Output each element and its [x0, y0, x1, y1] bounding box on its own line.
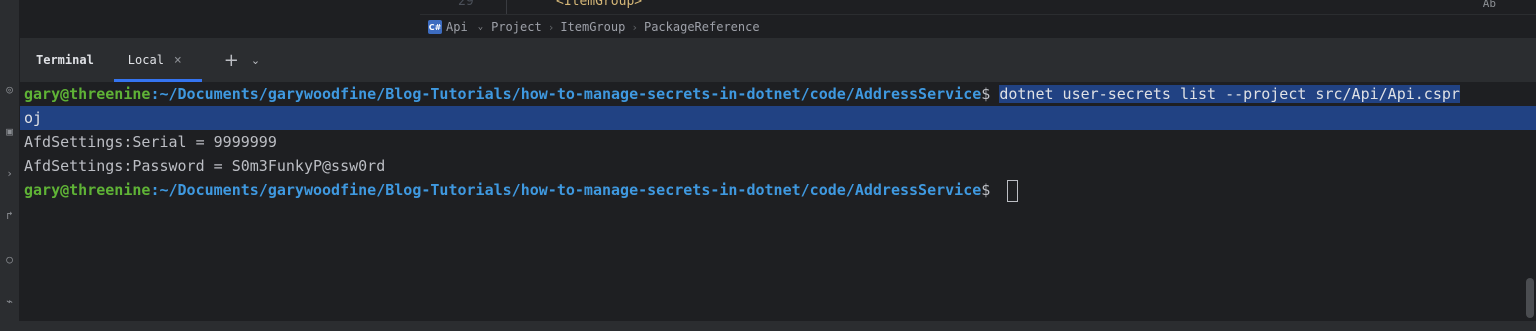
inspection-icon[interactable]: Ab̈	[1483, 0, 1496, 10]
editor-area: 29 <ItemGroup> Ab̈	[20, 0, 1536, 14]
close-icon[interactable]: ×	[174, 53, 182, 68]
tab-label: Local	[127, 53, 164, 67]
terminal-output[interactable]: gary@threenine:~/Documents/garywoodfine/…	[20, 82, 1536, 321]
terminal-tool-header: Terminal Local × + ⌄	[20, 38, 1536, 82]
tool-window-strip: ◎ ▣ › ↱ ○ ⌁	[0, 0, 20, 331]
breadcrumb: C# Api ⌄ Project › ItemGroup › PackageRe…	[420, 14, 1536, 39]
breadcrumb-separator-icon: ›	[631, 20, 638, 34]
prompt-symbol: $	[981, 85, 1000, 103]
commit-icon[interactable]: ◎	[0, 80, 19, 98]
code-line: <ItemGroup>	[556, 0, 643, 9]
project-name: Api	[446, 20, 468, 34]
terminal-line-selected: oj	[20, 106, 1536, 130]
add-tab-icon[interactable]: +	[224, 50, 239, 71]
terminal-icon[interactable]: ▣	[0, 122, 19, 140]
breadcrumb-item-project[interactable]: Project	[491, 20, 542, 34]
csharp-project-icon: C#	[428, 20, 442, 34]
terminal-line: gary@threenine:~/Documents/garywoodfine/…	[20, 82, 1536, 106]
terminal-output-line: AfdSettings:Serial = 9999999	[24, 133, 277, 151]
terminal-output-line: AfdSettings:Password = S0m3FunkyP@ssw0rd	[24, 157, 386, 175]
chevron-down-icon: ⌄	[477, 22, 484, 32]
status-bar	[0, 321, 1536, 331]
breadcrumb-item-packagereference[interactable]: PackageReference	[644, 20, 760, 34]
prompt-path: :~/Documents/garywoodfine/Blog-Tutorials…	[150, 85, 982, 103]
run-icon[interactable]: ›	[0, 164, 19, 182]
git-icon[interactable]: ↱	[0, 206, 19, 224]
prompt-path: :~/Documents/garywoodfine/Blog-Tutorials…	[150, 181, 982, 199]
problems-icon[interactable]: ○	[0, 250, 19, 268]
selected-command: dotnet user-secrets list --project src/A…	[999, 85, 1460, 103]
services-icon[interactable]: ⌁	[0, 292, 19, 310]
project-selector[interactable]: C# Api ⌄	[420, 20, 491, 34]
gutter-divider	[506, 0, 507, 14]
breadcrumb-item-itemgroup[interactable]: ItemGroup	[560, 20, 625, 34]
prompt-user: gary@threenine	[24, 85, 151, 103]
terminal-line: gary@threenine:~/Documents/garywoodfine/…	[20, 178, 1536, 202]
prompt-user: gary@threenine	[24, 181, 151, 199]
chevron-down-icon[interactable]: ⌄	[251, 54, 260, 67]
tool-window-title: Terminal	[36, 53, 94, 67]
selected-command-continuation: oj	[24, 109, 43, 127]
tab-local[interactable]: Local ×	[113, 38, 202, 82]
line-number: 29	[458, 0, 474, 9]
breadcrumb-separator-icon: ›	[547, 20, 555, 34]
terminal-scrollbar[interactable]	[1526, 278, 1534, 318]
terminal-cursor	[1007, 179, 1019, 202]
prompt-symbol: $	[981, 181, 1000, 199]
